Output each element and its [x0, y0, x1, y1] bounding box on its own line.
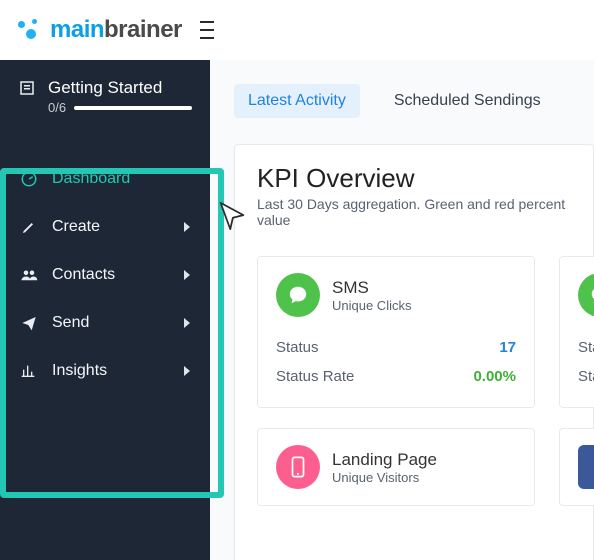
- sms-icon: [276, 273, 320, 317]
- card-title: Landing Page: [332, 450, 437, 470]
- stat-key: Status: [578, 368, 594, 385]
- dashboard-icon: [20, 170, 38, 188]
- stat-value-status: 17: [499, 339, 516, 356]
- card-subtitle: Unique Visitors: [332, 470, 437, 485]
- getting-started-bar: [74, 106, 192, 110]
- kpi-card-facebook[interactable]: [559, 428, 594, 506]
- getting-started-progress: 0/6: [48, 100, 66, 115]
- kpi-card-sms[interactable]: SMS Unique Clicks Status 17 Status Rate: [257, 256, 535, 408]
- stat-key: Status: [578, 339, 594, 356]
- sidebar-item-label: Send: [52, 314, 170, 332]
- sidebar-item-label: Dashboard: [52, 170, 190, 188]
- kpi-card-sms-2[interactable]: Status Status: [559, 256, 594, 408]
- stat-key: Status: [276, 339, 319, 356]
- tab-latest-activity[interactable]: Latest Activity: [234, 84, 360, 118]
- topbar: mainbrainer: [0, 0, 594, 60]
- contacts-icon: [20, 266, 38, 284]
- tab-scheduled-sendings[interactable]: Scheduled Sendings: [380, 84, 555, 118]
- stat-value-rate: 0.00%: [473, 368, 516, 385]
- brand-brainer: brainer: [104, 16, 182, 43]
- mobile-icon: [276, 445, 320, 489]
- hamburger-icon[interactable]: [200, 21, 214, 39]
- cursor-icon: [218, 200, 246, 232]
- kpi-panel: KPI Overview Last 30 Days aggregation. G…: [234, 144, 594, 560]
- sidebar-item-contacts[interactable]: Contacts: [0, 251, 210, 299]
- getting-started[interactable]: Getting Started 0/6: [0, 78, 210, 131]
- insights-icon: [20, 362, 38, 380]
- tabs: Latest Activity Scheduled Sendings: [234, 84, 594, 118]
- brand-logo[interactable]: mainbrainer: [14, 15, 182, 45]
- sms-icon: [578, 273, 594, 317]
- card-subtitle: Unique Clicks: [332, 298, 411, 313]
- kpi-card-landing-page[interactable]: Landing Page Unique Visitors: [257, 428, 535, 506]
- sidebar-item-insights[interactable]: Insights: [0, 347, 210, 395]
- sidebar-item-label: Insights: [52, 362, 170, 380]
- logo-dots-icon: [14, 15, 44, 45]
- sidebar-item-label: Create: [52, 218, 170, 236]
- pencil-icon: [20, 218, 38, 236]
- kpi-title: KPI Overview: [257, 163, 571, 194]
- card-title: SMS: [332, 278, 411, 298]
- brand-wordmark: mainbrainer: [50, 16, 182, 44]
- chevron-right-icon: [184, 270, 190, 280]
- sidebar-item-dashboard[interactable]: Dashboard: [0, 155, 210, 203]
- sidebar-item-label: Contacts: [52, 266, 170, 284]
- getting-started-icon: [18, 79, 36, 97]
- chevron-right-icon: [184, 318, 190, 328]
- sidebar-item-send[interactable]: Send: [0, 299, 210, 347]
- sidebar: Getting Started 0/6 Dashboard: [0, 60, 210, 560]
- send-icon: [20, 314, 38, 332]
- chevron-right-icon: [184, 366, 190, 376]
- main-content: Latest Activity Scheduled Sendings KPI O…: [210, 60, 594, 560]
- body: Getting Started 0/6 Dashboard: [0, 60, 594, 560]
- chevron-right-icon: [184, 222, 190, 232]
- kpi-subtitle: Last 30 Days aggregation. Green and red …: [257, 196, 571, 228]
- stat-key: Status Rate: [276, 368, 354, 385]
- facebook-icon: [578, 445, 594, 489]
- sidebar-item-create[interactable]: Create: [0, 203, 210, 251]
- getting-started-title: Getting Started: [48, 78, 162, 98]
- sidebar-nav: Dashboard Create Contacts: [0, 155, 210, 395]
- brand-main: main: [50, 16, 104, 43]
